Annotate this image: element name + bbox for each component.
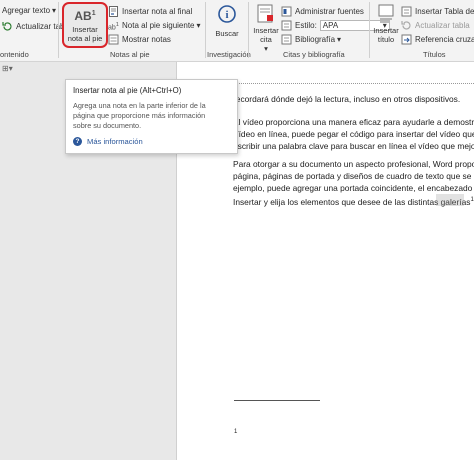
document-line: escribir una palabra clave para buscar e… bbox=[233, 141, 474, 151]
footnote-icon: AB1 bbox=[74, 9, 96, 23]
divider bbox=[248, 2, 249, 58]
more-info-label: Más información bbox=[87, 137, 143, 146]
bibliography-icon bbox=[281, 34, 292, 45]
chevron-down-icon: ▾ bbox=[337, 35, 342, 44]
group-label-content: ontenido bbox=[0, 50, 29, 59]
footnote-separator bbox=[234, 400, 320, 401]
insert-caption-button[interactable]: Insertar título bbox=[372, 4, 400, 44]
insert-table-of-figures-label: Insertar Tabla de bbox=[415, 7, 474, 16]
document-line: Para otorgar a su documento un aspecto p… bbox=[233, 159, 474, 169]
refresh-icon bbox=[2, 21, 13, 32]
document-line: El vídeo proporciona una manera eficaz p… bbox=[233, 117, 474, 127]
bibliography-label: Bibliografía bbox=[295, 35, 336, 44]
cross-reference-button[interactable]: Referencia cruzad bbox=[401, 34, 474, 45]
group-label-research: Investigación bbox=[207, 50, 251, 59]
update-table-disabled-button[interactable]: Actualizar tabla bbox=[401, 20, 470, 31]
next-footnote-label: Nota al pie siguiente bbox=[122, 21, 195, 30]
document-line: página, páginas de portada y diseños de … bbox=[233, 171, 474, 181]
table-of-figures-icon bbox=[401, 6, 412, 17]
divider bbox=[369, 2, 370, 58]
insert-citation-label-1: Insertar bbox=[253, 26, 279, 35]
group-label-footnotes: Notas al pie bbox=[110, 50, 150, 59]
style-icon bbox=[281, 20, 292, 31]
manage-sources-icon bbox=[281, 6, 292, 17]
cross-reference-icon bbox=[401, 34, 412, 45]
insert-table-of-figures-button[interactable]: Insertar Tabla de bbox=[401, 6, 474, 17]
footnote-tooltip: Insertar nota al pie (Alt+Ctrl+O) Agrega… bbox=[65, 79, 238, 154]
show-notes-button[interactable]: Mostrar notas bbox=[108, 34, 171, 45]
search-label: Buscar bbox=[215, 29, 239, 38]
footnote-number[interactable]: 1 bbox=[234, 429, 237, 435]
group-label-captions: Títulos bbox=[423, 50, 446, 59]
ribbon: Agregar texto ▾ Actualizar tabla ontenid… bbox=[0, 0, 474, 62]
help-icon: ? bbox=[73, 137, 82, 146]
insert-footnote-label-2: nota al pie bbox=[67, 34, 103, 43]
insert-endnote-label: Insertar nota al final bbox=[122, 7, 193, 16]
pane-options-icon[interactable]: ⊞▾ bbox=[2, 64, 13, 73]
insert-footnote-label-1: Insertar bbox=[72, 25, 98, 34]
search-icon: i bbox=[217, 4, 237, 26]
manage-sources-button[interactable]: Administrar fuentes bbox=[281, 6, 364, 17]
svg-text:i: i bbox=[225, 9, 228, 21]
citation-icon bbox=[257, 4, 275, 26]
tooltip-description: Agrega una nota en la parte inferior de … bbox=[73, 101, 206, 131]
chevron-down-icon: ▾ bbox=[264, 44, 268, 53]
document-paragraph: recordará dónde dejó la lectura, incluso… bbox=[233, 94, 461, 104]
document-line: Vídeo en línea, puede pegar el código pa… bbox=[233, 129, 474, 139]
cross-reference-label: Referencia cruzad bbox=[415, 35, 474, 44]
selection-highlight bbox=[436, 194, 464, 206]
tooltip-line: Agrega una nota en la parte inferior de … bbox=[73, 101, 206, 110]
show-notes-label: Mostrar notas bbox=[122, 35, 171, 44]
tooltip-title: Insertar nota al pie (Alt+Ctrl+O) bbox=[73, 86, 182, 95]
chevron-down-icon: ▾ bbox=[52, 6, 57, 15]
divider bbox=[205, 2, 206, 58]
insert-citation-label-2: cita bbox=[260, 35, 272, 44]
manage-sources-label: Administrar fuentes bbox=[295, 7, 364, 16]
tooltip-line: página que proporcione más información bbox=[73, 111, 206, 120]
style-label: Estilo: bbox=[295, 21, 317, 30]
bibliography-button[interactable]: Bibliografía ▾ bbox=[281, 34, 341, 45]
style-value: APA bbox=[322, 21, 339, 30]
document-line-text: Insertar y elija los elementos que desee… bbox=[233, 196, 471, 207]
insert-footnote-button[interactable]: AB1 Insertar nota al pie bbox=[62, 2, 108, 48]
group-label-citations: Citas y bibliografía bbox=[283, 50, 345, 59]
add-text-label: Agregar texto bbox=[2, 6, 51, 15]
next-footnote-icon: ab1 bbox=[108, 22, 120, 32]
insert-endnote-button[interactable]: Insertar nota al final bbox=[108, 6, 192, 17]
update-table-button[interactable]: Actualizar tabla bbox=[2, 21, 71, 32]
endnote-icon bbox=[108, 6, 119, 17]
add-text-button[interactable]: Agregar texto ▾ bbox=[2, 6, 56, 15]
caption-icon bbox=[377, 4, 395, 26]
insert-citation-button[interactable]: Insertar cita ▾ bbox=[252, 4, 280, 53]
show-notes-icon bbox=[108, 34, 119, 45]
update-table-disabled-label: Actualizar tabla bbox=[415, 21, 470, 30]
divider bbox=[58, 2, 59, 58]
insert-caption-label-1: Insertar bbox=[373, 26, 399, 35]
insert-caption-label-2: título bbox=[377, 35, 395, 44]
next-footnote-button[interactable]: ab1 Nota al pie siguiente ▾ bbox=[108, 20, 201, 31]
refresh-icon bbox=[401, 20, 412, 31]
search-button[interactable]: i Buscar bbox=[212, 4, 242, 38]
page-top-margin-line bbox=[234, 83, 474, 87]
document-line: ejemplo, puede agregar una portada coinc… bbox=[233, 183, 474, 193]
tooltip-line: sobre su documento. bbox=[73, 121, 142, 130]
more-info-link[interactable]: ? Más información bbox=[73, 137, 143, 146]
chevron-down-icon: ▾ bbox=[196, 21, 201, 30]
